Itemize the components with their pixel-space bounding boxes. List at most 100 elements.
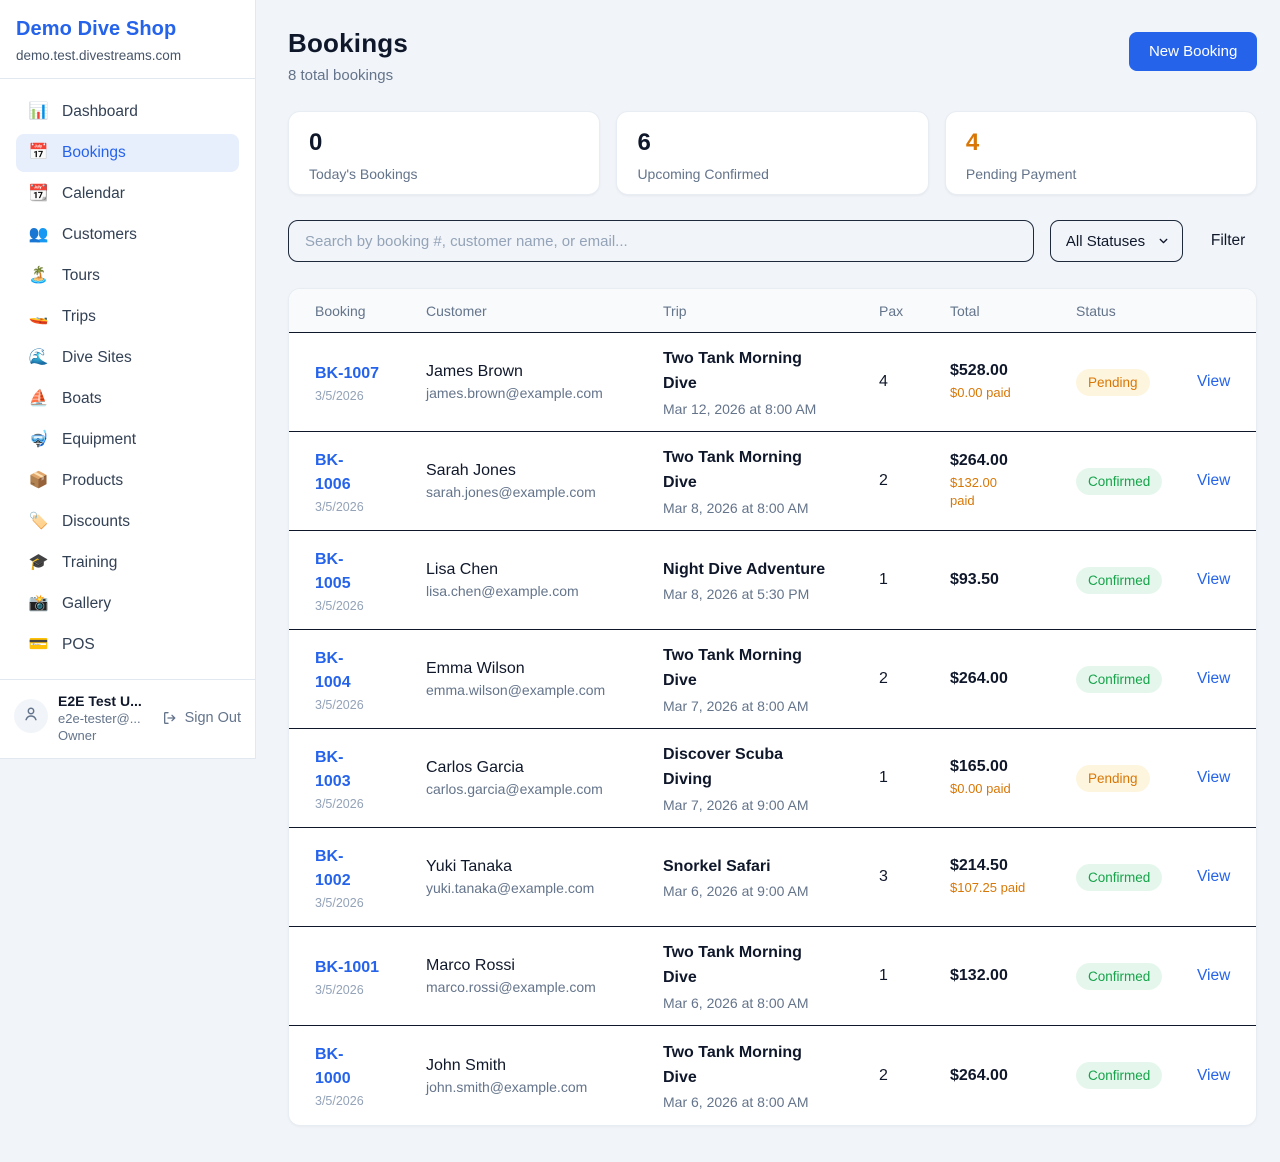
- app-domain: demo.test.divestreams.com: [16, 48, 239, 63]
- sidebar-item-calendar[interactable]: 📆 Calendar: [16, 175, 239, 213]
- person-icon: [22, 705, 40, 728]
- booking-date: 3/5/2026: [315, 389, 426, 403]
- booking-id-link[interactable]: BK- 1004: [315, 647, 351, 695]
- label-tag-icon: 🏷️: [28, 514, 49, 530]
- sidebar-item-label: Equipment: [62, 431, 136, 449]
- trip-datetime: Mar 7, 2026 at 8:00 AM: [663, 698, 879, 714]
- customer-email: carlos.garcia@example.com: [426, 781, 663, 797]
- pax-count: 2: [879, 1067, 950, 1085]
- booking-date: 3/5/2026: [315, 896, 426, 910]
- sidebar-user-footer: E2E Test U... e2e-tester@... Owner Sign …: [0, 679, 255, 758]
- total-amount: $264.00: [950, 670, 1076, 688]
- col-header-customer: Customer: [426, 303, 663, 319]
- camera-flash-icon: 📸: [28, 596, 49, 612]
- status-badge: Confirmed: [1076, 468, 1162, 495]
- sign-out-label: Sign Out: [185, 710, 241, 726]
- stats-row: 0 Today's Bookings 6 Upcoming Confirmed …: [288, 111, 1257, 195]
- table-row: BK-1007 3/5/2026 James Brown james.brown…: [289, 333, 1256, 432]
- customer-name: Yuki Tanaka: [426, 858, 663, 876]
- credit-card-icon: 💳: [28, 637, 49, 653]
- table-header-row: Booking Customer Trip Pax Total Status: [289, 289, 1256, 333]
- view-booking-link[interactable]: View: [1197, 769, 1230, 786]
- sidebar-item-training[interactable]: 🎓 Training: [16, 544, 239, 582]
- sidebar-item-discounts[interactable]: 🏷️ Discounts: [16, 503, 239, 541]
- view-booking-link[interactable]: View: [1197, 472, 1230, 489]
- sidebar-item-label: Discounts: [62, 513, 130, 531]
- view-booking-link[interactable]: View: [1197, 868, 1230, 885]
- sidebar-item-dashboard[interactable]: 📊 Dashboard: [16, 93, 239, 131]
- booking-id-link[interactable]: BK- 1000: [315, 1043, 351, 1091]
- user-email: e2e-tester@...: [58, 711, 142, 726]
- view-booking-link[interactable]: View: [1197, 670, 1230, 687]
- new-booking-button[interactable]: New Booking: [1129, 32, 1257, 71]
- status-badge: Pending: [1076, 369, 1150, 396]
- table-row: BK- 1004 3/5/2026 Emma Wilson emma.wilso…: [289, 630, 1256, 729]
- view-booking-link[interactable]: View: [1197, 571, 1230, 588]
- status-badge: Confirmed: [1076, 864, 1162, 891]
- trip-datetime: Mar 6, 2026 at 8:00 AM: [663, 995, 879, 1011]
- view-booking-link[interactable]: View: [1197, 967, 1230, 984]
- trip-datetime: Mar 6, 2026 at 8:00 AM: [663, 1094, 879, 1110]
- sidebar-item-pos[interactable]: 💳 POS: [16, 626, 239, 664]
- status-badge: Confirmed: [1076, 1062, 1162, 1089]
- pax-count: 3: [879, 868, 950, 886]
- total-amount: $165.00: [950, 758, 1076, 776]
- sidebar-item-label: Trips: [62, 308, 96, 326]
- sidebar-item-products[interactable]: 📦 Products: [16, 462, 239, 500]
- col-header-total: Total: [950, 303, 1076, 319]
- booking-id-link[interactable]: BK-1007: [315, 362, 379, 386]
- sidebar-item-equipment[interactable]: 🤿 Equipment: [16, 421, 239, 459]
- sidebar-item-label: Dive Sites: [62, 349, 132, 367]
- people-icon: 👥: [28, 227, 49, 243]
- customer-name: John Smith: [426, 1057, 663, 1075]
- pax-count: 4: [879, 373, 950, 391]
- sidebar-item-dive-sites[interactable]: 🌊 Dive Sites: [16, 339, 239, 377]
- total-amount: $214.50: [950, 857, 1076, 875]
- filter-button[interactable]: Filter: [1199, 224, 1257, 258]
- sidebar-item-boats[interactable]: ⛵ Boats: [16, 380, 239, 418]
- stat-card-upcoming-confirmed: 6 Upcoming Confirmed: [616, 111, 928, 195]
- booking-id-link[interactable]: BK-1001: [315, 956, 379, 980]
- booking-date: 3/5/2026: [315, 983, 426, 997]
- status-badge: Confirmed: [1076, 666, 1162, 693]
- bar-chart-icon: 📊: [28, 104, 49, 120]
- view-booking-link[interactable]: View: [1197, 373, 1230, 390]
- sailboat-icon: ⛵: [28, 391, 49, 407]
- sidebar-header: Demo Dive Shop demo.test.divestreams.com: [0, 0, 255, 79]
- booking-id-link[interactable]: BK- 1003: [315, 746, 351, 794]
- search-input[interactable]: [288, 220, 1034, 262]
- booking-id-link[interactable]: BK- 1002: [315, 845, 351, 893]
- view-booking-link[interactable]: View: [1197, 1067, 1230, 1084]
- paid-amount: $107.25 paid: [950, 879, 1076, 897]
- avatar: [14, 699, 48, 733]
- total-amount: $93.50: [950, 571, 1076, 589]
- graduation-cap-icon: 🎓: [28, 555, 49, 571]
- trip-name: Snorkel Safari: [663, 855, 879, 880]
- sidebar-item-trips[interactable]: 🚤 Trips: [16, 298, 239, 336]
- trip-name: Two Tank Morning Dive: [663, 347, 879, 397]
- table-row: BK- 1003 3/5/2026 Carlos Garcia carlos.g…: [289, 729, 1256, 828]
- sidebar-item-tours[interactable]: 🏝️ Tours: [16, 257, 239, 295]
- table-row: BK- 1002 3/5/2026 Yuki Tanaka yuki.tanak…: [289, 828, 1256, 927]
- filter-controls: All Statuses Filter: [288, 220, 1257, 262]
- customer-name: Lisa Chen: [426, 561, 663, 579]
- customer-name: Sarah Jones: [426, 462, 663, 480]
- table-row: BK- 1005 3/5/2026 Lisa Chen lisa.chen@ex…: [289, 531, 1256, 630]
- booking-id-link[interactable]: BK- 1005: [315, 548, 351, 596]
- status-select[interactable]: All Statuses: [1050, 220, 1183, 262]
- sidebar-item-label: Calendar: [62, 185, 125, 203]
- booking-id-link[interactable]: BK- 1006: [315, 449, 351, 497]
- app-title: Demo Dive Shop: [16, 18, 239, 41]
- customer-email: james.brown@example.com: [426, 385, 663, 401]
- stat-value: 0: [309, 129, 579, 157]
- paid-amount: $0.00 paid: [950, 384, 1076, 402]
- sidebar-item-bookings[interactable]: 📅 Bookings: [16, 134, 239, 172]
- trip-datetime: Mar 8, 2026 at 8:00 AM: [663, 500, 879, 516]
- sidebar-item-label: Tours: [62, 267, 100, 285]
- status-select-wrap: All Statuses: [1050, 220, 1183, 262]
- sidebar-item-gallery[interactable]: 📸 Gallery: [16, 585, 239, 623]
- page-title: Bookings: [288, 28, 408, 59]
- sidebar-item-label: Customers: [62, 226, 137, 244]
- sidebar-item-customers[interactable]: 👥 Customers: [16, 216, 239, 254]
- sign-out-button[interactable]: Sign Out: [162, 710, 241, 726]
